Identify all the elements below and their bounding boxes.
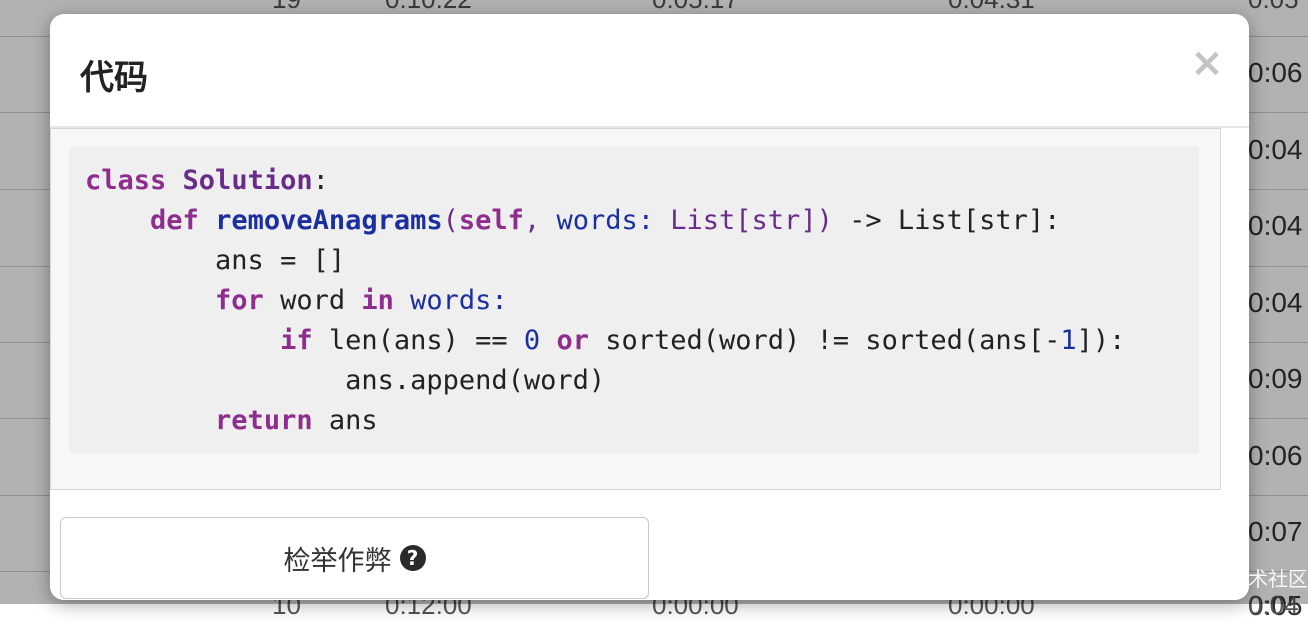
code-token: self [458,205,524,236]
code-token: if [280,325,313,356]
code-line: ans = [] [85,241,1125,281]
modal-header: 代码 × [50,14,1249,128]
code-token: ( [442,205,459,236]
code-line: for word in words: [85,281,1125,321]
report-button-label: 检举作弊 [283,545,392,577]
code-token: for [215,285,264,316]
code-content: class Solution: def removeAnagrams(self,… [85,161,1125,441]
code-token: return [215,405,313,436]
code-token: Solution [182,165,313,196]
code-line: class Solution: [85,161,1125,201]
code-token: ans [312,405,378,436]
code-block: class Solution: def removeAnagrams(self,… [69,147,1199,453]
close-button[interactable]: × [1190,43,1224,83]
code-line: def removeAnagrams(self, words: List[str… [85,201,1125,241]
code-token: List [670,205,736,236]
code-token: len(ans) == [312,325,524,356]
code-token: ]) [800,205,833,236]
code-token: , [523,205,557,236]
code-token: ]): [1076,325,1126,356]
code-token: ans = [] [85,245,346,276]
code-token: : [637,205,671,236]
code-token: [ [735,205,752,236]
code-token: str [751,205,801,236]
modal-title: 代码 [80,58,148,98]
code-token: ans.append(word) [85,365,606,396]
code-token: : [312,165,329,196]
report-cheating-button[interactable]: 检举作弊 ? [60,517,649,599]
code-token: 0 [523,325,541,356]
code-token: def [150,205,216,236]
code-token: 1 [1060,325,1077,356]
code-token: words [556,205,638,236]
code-line: ans.append(word) [85,361,1125,401]
modal-body: class Solution: def removeAnagrams(self,… [50,128,1221,490]
code-token: -> List[str]: [832,205,1061,236]
code-token: removeAnagrams [215,205,443,236]
code-token: word [263,285,362,316]
code-modal: 代码 × class Solution: def removeAnagrams(… [50,14,1249,600]
code-token: words: [410,285,508,316]
watermark: @稀土掘金技术社区 [1128,567,1308,591]
question-circle-icon[interactable]: ? [399,545,426,571]
code-token: class [85,165,183,196]
code-token: in [361,285,394,316]
code-token: sorted(word) != sorted(ans[- [588,325,1061,356]
code-line: if len(ans) == 0 or sorted(word) != sort… [85,321,1125,361]
code-line: return ans [85,401,1125,441]
code-token: or [556,325,589,356]
